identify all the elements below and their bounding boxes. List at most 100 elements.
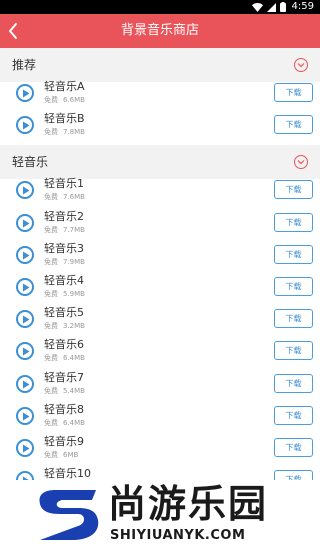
play-button[interactable] [16, 278, 34, 296]
track-meta: 免费 6.4MB [44, 418, 85, 428]
play-button[interactable] [16, 406, 34, 425]
play-button[interactable] [16, 181, 34, 200]
track-name: 轻音乐9 [44, 435, 84, 448]
chevron-down-icon [297, 63, 305, 68]
play-button[interactable] [16, 439, 34, 457]
download-button[interactable]: 下载 [274, 438, 313, 457]
track-meta: 免费 6MB [44, 450, 78, 460]
track-size: 7.7MB [63, 225, 85, 234]
track-name: 轻音乐B [44, 112, 85, 126]
track-size: 7.6MB [63, 193, 85, 202]
collapse-toggle[interactable] [294, 155, 308, 170]
track-price: 免费 [44, 451, 58, 459]
track-price: 免费 [44, 354, 58, 363]
track-name: 轻音乐7 [44, 370, 84, 384]
track-price: 免费 [44, 128, 58, 137]
track-meta: 免费 7.8MB [44, 127, 85, 137]
play-icon [23, 412, 30, 421]
track-price: 免费 [44, 290, 58, 298]
track-price: 免费 [44, 386, 58, 395]
play-icon [23, 121, 30, 130]
status-bar: 4:59 [0, 0, 320, 14]
status-time: 4:59 [291, 1, 314, 12]
download-button[interactable]: 下载 [274, 115, 313, 135]
play-button[interactable] [16, 245, 34, 264]
play-icon [23, 186, 30, 195]
track-size: 5.4MB [63, 386, 85, 395]
play-button[interactable] [16, 374, 34, 393]
track-price: 免费 [44, 322, 58, 331]
signal-icon [267, 2, 276, 12]
track-name: 轻音乐3 [44, 241, 84, 255]
track-meta: 免费 7.9MB [44, 257, 85, 267]
track-size: 7.9MB [63, 257, 85, 266]
track-row: 轻音乐B 免费 7.8MB 下载 [0, 109, 320, 141]
track-meta: 免费 6.6MB [44, 95, 85, 105]
track-row: 轻音乐5 免费 3.2MB 下载 [0, 303, 320, 335]
track-name: 轻音乐8 [44, 402, 84, 416]
track-size: 6.6MB [63, 96, 85, 104]
play-button[interactable] [16, 310, 34, 329]
watermark-logo [39, 490, 99, 540]
app-bar: 背景音乐商店 [0, 14, 320, 48]
watermark-brand: 尚游乐园 [108, 482, 269, 526]
download-button[interactable]: 下载 [274, 212, 313, 232]
play-icon [23, 283, 30, 292]
download-button[interactable]: 下载 [274, 277, 313, 296]
status-icons [252, 2, 286, 12]
track-row: 轻音乐3 免费 7.9MB 下载 [0, 239, 320, 271]
play-icon [23, 251, 30, 260]
track-price: 免费 [44, 418, 58, 427]
track-row: 轻音乐7 免费 5.4MB 下载 [0, 368, 320, 400]
play-icon [23, 315, 30, 324]
track-meta: 免费 7.7MB [44, 225, 85, 235]
track-name: 轻音乐4 [44, 274, 84, 287]
track-meta: 免费 7.6MB [44, 192, 85, 202]
wifi-icon [252, 2, 263, 12]
play-button[interactable] [16, 213, 34, 232]
track-row: 轻音乐2 免费 7.7MB 下载 [0, 207, 320, 239]
track-meta: 免费 5.9MB [44, 289, 85, 299]
track-meta: 免费 3.2MB [44, 321, 85, 331]
play-icon [23, 347, 30, 356]
download-button[interactable]: 下载 [274, 309, 313, 329]
download-button[interactable]: 下载 [274, 405, 313, 425]
track-row: 轻音乐A 免费 6.6MB 下载 [0, 77, 320, 109]
play-button[interactable] [16, 342, 34, 361]
download-button[interactable]: 下载 [274, 373, 313, 393]
track-name: 轻音乐1 [44, 177, 84, 191]
play-button[interactable] [16, 116, 34, 135]
track-row: 轻音乐9 免费 6MB 下载 [0, 432, 320, 464]
download-button[interactable]: 下载 [274, 83, 313, 102]
track-meta: 免费 5.4MB [44, 386, 85, 396]
track-size: 7.8MB [63, 128, 85, 137]
track-price: 免费 [44, 193, 58, 202]
track-name: 轻音乐2 [44, 209, 84, 223]
track-name: 轻音乐5 [44, 306, 84, 320]
track-size: 6MB [63, 451, 79, 459]
play-icon [23, 380, 30, 389]
collapse-toggle[interactable] [294, 58, 308, 72]
chevron-down-icon [297, 160, 305, 165]
track-size: 6.4MB [63, 418, 85, 427]
track-row: 轻音乐1 免费 7.6MB 下载 [0, 174, 320, 206]
download-button[interactable]: 下载 [274, 341, 313, 361]
watermark: 尚游乐园 SHIYIUANYK.COM [0, 480, 320, 550]
track-row: 轻音乐6 免费 6.4MB 下载 [0, 335, 320, 367]
track-name: 轻音乐A [44, 80, 85, 93]
play-button[interactable] [16, 84, 34, 102]
track-row: 轻音乐8 免费 6.4MB 下载 [0, 400, 320, 432]
page-title: 背景音乐商店 [120, 23, 199, 38]
download-button[interactable]: 下载 [274, 180, 313, 200]
download-button[interactable]: 下载 [274, 244, 313, 264]
track-price: 免费 [44, 257, 58, 266]
battery-icon [280, 2, 286, 12]
track-meta: 免费 6.4MB [44, 353, 85, 363]
play-icon [23, 89, 30, 98]
track-size: 3.2MB [63, 322, 85, 331]
watermark-site: SHIYIUANYK.COM [110, 528, 246, 543]
track-price: 免费 [44, 96, 58, 104]
play-icon [23, 444, 30, 453]
track-name: 轻音乐6 [44, 338, 84, 352]
track-row: 轻音乐4 免费 5.9MB 下载 [0, 271, 320, 303]
